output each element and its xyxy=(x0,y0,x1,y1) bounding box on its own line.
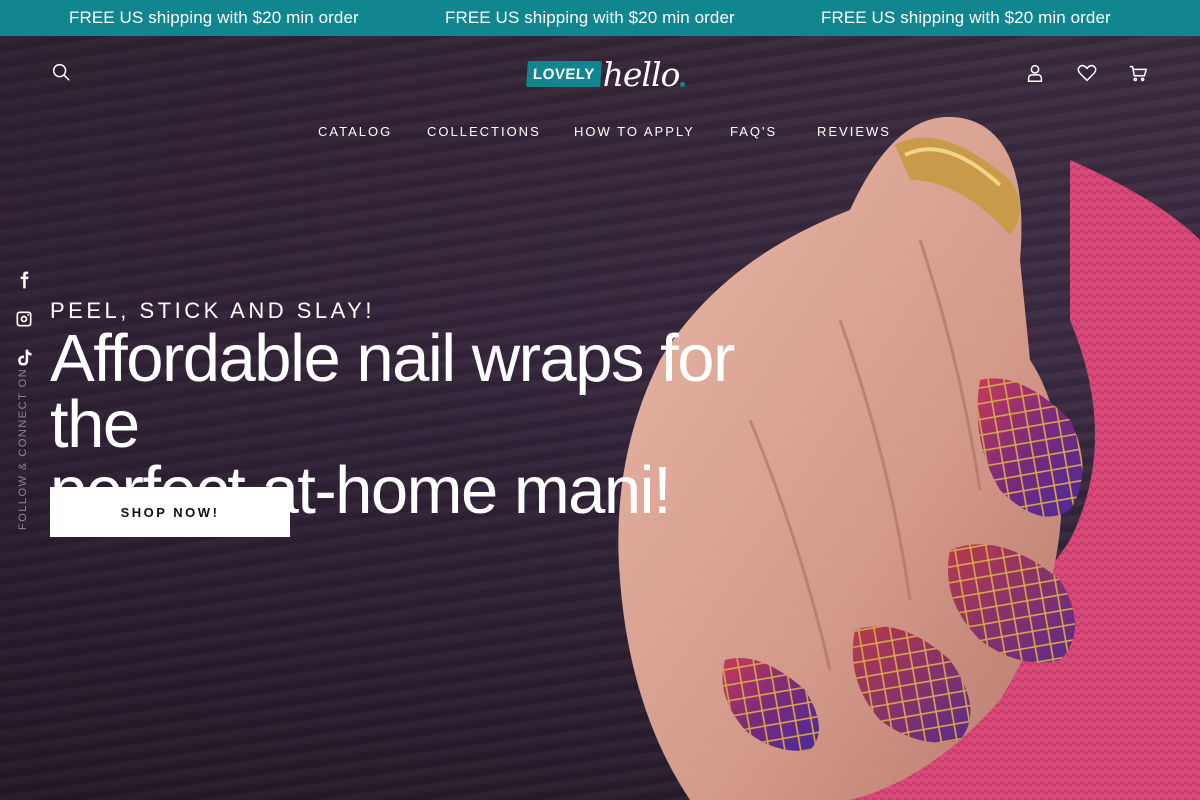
facebook-icon[interactable] xyxy=(14,270,34,294)
nav-item-catalog[interactable]: CATALOG xyxy=(318,124,392,139)
announcement-text: FREE US shipping with $20 min order xyxy=(821,8,1111,27)
announcement-text: FREE US shipping with $20 min order xyxy=(69,8,359,27)
nav-item-faqs[interactable]: FAQ'S xyxy=(730,124,777,139)
logo-dot xyxy=(680,81,686,87)
nav-item-reviews[interactable]: REVIEWS xyxy=(817,124,891,139)
wishlist-icon[interactable] xyxy=(1073,59,1101,87)
logo-badge: LOVELY xyxy=(526,61,602,87)
nav-item-how-to-apply[interactable]: HOW TO APPLY xyxy=(574,124,695,139)
search-icon[interactable] xyxy=(47,58,75,86)
follow-label: FOLLOW & CONNECT ON xyxy=(17,367,29,530)
hero-headline-line: Affordable nail wraps for the xyxy=(50,321,735,462)
shop-now-button[interactable]: SHOP NOW! xyxy=(50,487,290,537)
logo-script: hello xyxy=(602,54,681,94)
announcement-bar: FREE US shipping with $20 min order FREE… xyxy=(0,0,1200,36)
announcement-text: FREE US shipping with $20 min order xyxy=(445,8,735,27)
instagram-icon[interactable] xyxy=(14,309,34,333)
account-icon[interactable] xyxy=(1021,59,1049,87)
brand-logo[interactable]: LOVELY hello xyxy=(526,54,686,94)
cart-icon[interactable] xyxy=(1124,59,1152,87)
main-nav: CATALOG COLLECTIONS HOW TO APPLY FAQ'S R… xyxy=(0,124,1200,140)
nav-item-collections[interactable]: COLLECTIONS xyxy=(427,124,541,139)
